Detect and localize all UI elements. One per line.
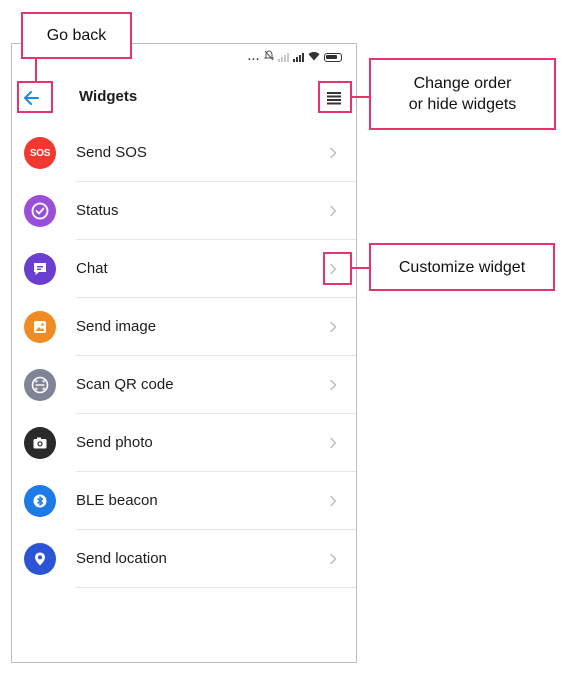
location-pin-icon — [24, 543, 56, 575]
connector-customize — [352, 267, 369, 269]
highlight-menu-button — [318, 81, 352, 113]
chevron-right-icon[interactable] — [325, 492, 341, 510]
widget-row-ble-beacon[interactable]: BLE beacon — [12, 472, 356, 530]
widget-label: Send SOS — [76, 144, 147, 161]
highlight-back-button — [17, 81, 53, 113]
check-circle-icon — [24, 195, 56, 227]
widget-row-send-image[interactable]: Send image — [12, 298, 356, 356]
callout-go-back: Go back — [21, 12, 132, 59]
widget-label: Scan QR code — [76, 376, 174, 393]
chevron-right-icon[interactable] — [325, 318, 341, 336]
widget-list: SOS Send SOS Status Chat Send image Scan… — [12, 124, 356, 588]
wifi-icon — [308, 51, 320, 64]
widget-label: Send location — [76, 550, 167, 567]
muted-bell-icon — [263, 50, 275, 64]
callout-customize-widget: Customize widget — [369, 243, 555, 291]
chevron-right-icon[interactable] — [325, 376, 341, 394]
widget-row-status[interactable]: Status — [12, 182, 356, 240]
highlight-chat-chevron — [323, 252, 352, 285]
widget-label: Status — [76, 202, 119, 219]
sos-icon: SOS — [24, 137, 56, 169]
chevron-right-icon[interactable] — [325, 434, 341, 452]
widget-row-send-location[interactable]: Send location — [12, 530, 356, 588]
page-title: Widgets — [79, 88, 138, 105]
widget-row-send-sos[interactable]: SOS Send SOS — [12, 124, 356, 182]
widget-row-scan-qr-code[interactable]: Scan QR code — [12, 356, 356, 414]
widget-label: BLE beacon — [76, 492, 158, 509]
image-icon — [24, 311, 56, 343]
divider — [76, 587, 356, 588]
connector-go-back — [35, 59, 37, 81]
widget-label: Send photo — [76, 434, 153, 451]
widget-label: Chat — [76, 260, 108, 277]
chevron-right-icon[interactable] — [325, 202, 341, 220]
callout-change-order: Change order or hide widgets — [369, 58, 556, 130]
chat-bubble-icon — [24, 253, 56, 285]
status-dots: ... — [247, 51, 260, 63]
signal-icon — [293, 52, 304, 62]
connector-change-order — [352, 96, 369, 98]
phone-screen: ... Widgets SOS Send SOS Status Chat Sen… — [11, 43, 357, 663]
widget-row-send-photo[interactable]: Send photo — [12, 414, 356, 472]
chevron-right-icon[interactable] — [325, 550, 341, 568]
status-bar: ... — [248, 50, 342, 64]
widget-label: Send image — [76, 318, 157, 335]
bluetooth-icon — [24, 485, 56, 517]
camera-icon — [24, 427, 56, 459]
widget-row-chat[interactable]: Chat — [12, 240, 356, 298]
chevron-right-icon[interactable] — [325, 144, 341, 162]
battery-icon — [324, 52, 342, 62]
signal-weak-icon — [278, 52, 289, 62]
scan-qr-icon — [24, 369, 56, 401]
